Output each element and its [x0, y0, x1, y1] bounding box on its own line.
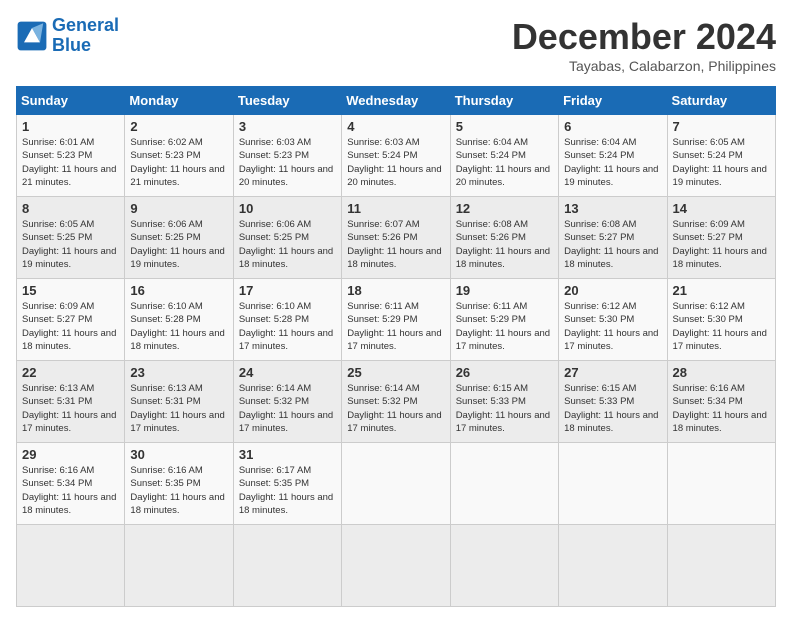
table-row: 23Sunrise: 6:13 AMSunset: 5:31 PMDayligh…: [125, 361, 233, 443]
table-row: [342, 525, 450, 607]
table-row: 15Sunrise: 6:09 AMSunset: 5:27 PMDayligh…: [17, 279, 125, 361]
col-tuesday: Tuesday: [233, 87, 341, 115]
table-row: 11Sunrise: 6:07 AMSunset: 5:26 PMDayligh…: [342, 197, 450, 279]
table-row: 20Sunrise: 6:12 AMSunset: 5:30 PMDayligh…: [559, 279, 667, 361]
table-row: 24Sunrise: 6:14 AMSunset: 5:32 PMDayligh…: [233, 361, 341, 443]
col-friday: Friday: [559, 87, 667, 115]
table-row: [342, 443, 450, 525]
table-row: [233, 525, 341, 607]
col-thursday: Thursday: [450, 87, 558, 115]
table-row: 4Sunrise: 6:03 AMSunset: 5:24 PMDaylight…: [342, 115, 450, 197]
logo-icon: [16, 20, 48, 52]
table-row: 17Sunrise: 6:10 AMSunset: 5:28 PMDayligh…: [233, 279, 341, 361]
col-wednesday: Wednesday: [342, 87, 450, 115]
table-row: 10Sunrise: 6:06 AMSunset: 5:25 PMDayligh…: [233, 197, 341, 279]
table-row: 21Sunrise: 6:12 AMSunset: 5:30 PMDayligh…: [667, 279, 775, 361]
table-row: 2Sunrise: 6:02 AMSunset: 5:23 PMDaylight…: [125, 115, 233, 197]
table-row: 5Sunrise: 6:04 AMSunset: 5:24 PMDaylight…: [450, 115, 558, 197]
table-row: [667, 525, 775, 607]
table-row: 12Sunrise: 6:08 AMSunset: 5:26 PMDayligh…: [450, 197, 558, 279]
table-row: 13Sunrise: 6:08 AMSunset: 5:27 PMDayligh…: [559, 197, 667, 279]
table-row: 31Sunrise: 6:17 AMSunset: 5:35 PMDayligh…: [233, 443, 341, 525]
calendar-table: Sunday Monday Tuesday Wednesday Thursday…: [16, 86, 776, 607]
location: Tayabas, Calabarzon, Philippines: [512, 58, 776, 74]
col-sunday: Sunday: [17, 87, 125, 115]
table-row: 22Sunrise: 6:13 AMSunset: 5:31 PMDayligh…: [17, 361, 125, 443]
page-header: General Blue December 2024 Tayabas, Cala…: [16, 16, 776, 74]
table-row: 19Sunrise: 6:11 AMSunset: 5:29 PMDayligh…: [450, 279, 558, 361]
table-row: 3Sunrise: 6:03 AMSunset: 5:23 PMDaylight…: [233, 115, 341, 197]
table-row: [125, 525, 233, 607]
title-block: December 2024 Tayabas, Calabarzon, Phili…: [512, 16, 776, 74]
col-saturday: Saturday: [667, 87, 775, 115]
table-row: [559, 525, 667, 607]
table-row: [450, 443, 558, 525]
table-row: 25Sunrise: 6:14 AMSunset: 5:32 PMDayligh…: [342, 361, 450, 443]
table-row: 6Sunrise: 6:04 AMSunset: 5:24 PMDaylight…: [559, 115, 667, 197]
table-row: [17, 525, 125, 607]
table-row: 14Sunrise: 6:09 AMSunset: 5:27 PMDayligh…: [667, 197, 775, 279]
table-row: 9Sunrise: 6:06 AMSunset: 5:25 PMDaylight…: [125, 197, 233, 279]
table-row: 29Sunrise: 6:16 AMSunset: 5:34 PMDayligh…: [17, 443, 125, 525]
table-row: 16Sunrise: 6:10 AMSunset: 5:28 PMDayligh…: [125, 279, 233, 361]
table-row: 28Sunrise: 6:16 AMSunset: 5:34 PMDayligh…: [667, 361, 775, 443]
col-monday: Monday: [125, 87, 233, 115]
table-row: 26Sunrise: 6:15 AMSunset: 5:33 PMDayligh…: [450, 361, 558, 443]
header-row: Sunday Monday Tuesday Wednesday Thursday…: [17, 87, 776, 115]
table-row: 30Sunrise: 6:16 AMSunset: 5:35 PMDayligh…: [125, 443, 233, 525]
month-title: December 2024: [512, 16, 776, 58]
table-row: 18Sunrise: 6:11 AMSunset: 5:29 PMDayligh…: [342, 279, 450, 361]
table-row: [559, 443, 667, 525]
table-row: [450, 525, 558, 607]
table-row: 8Sunrise: 6:05 AMSunset: 5:25 PMDaylight…: [17, 197, 125, 279]
logo-text: General Blue: [52, 16, 119, 56]
table-row: 1Sunrise: 6:01 AMSunset: 5:23 PMDaylight…: [17, 115, 125, 197]
table-row: [667, 443, 775, 525]
table-row: 7Sunrise: 6:05 AMSunset: 5:24 PMDaylight…: [667, 115, 775, 197]
logo: General Blue: [16, 16, 119, 56]
table-row: 27Sunrise: 6:15 AMSunset: 5:33 PMDayligh…: [559, 361, 667, 443]
